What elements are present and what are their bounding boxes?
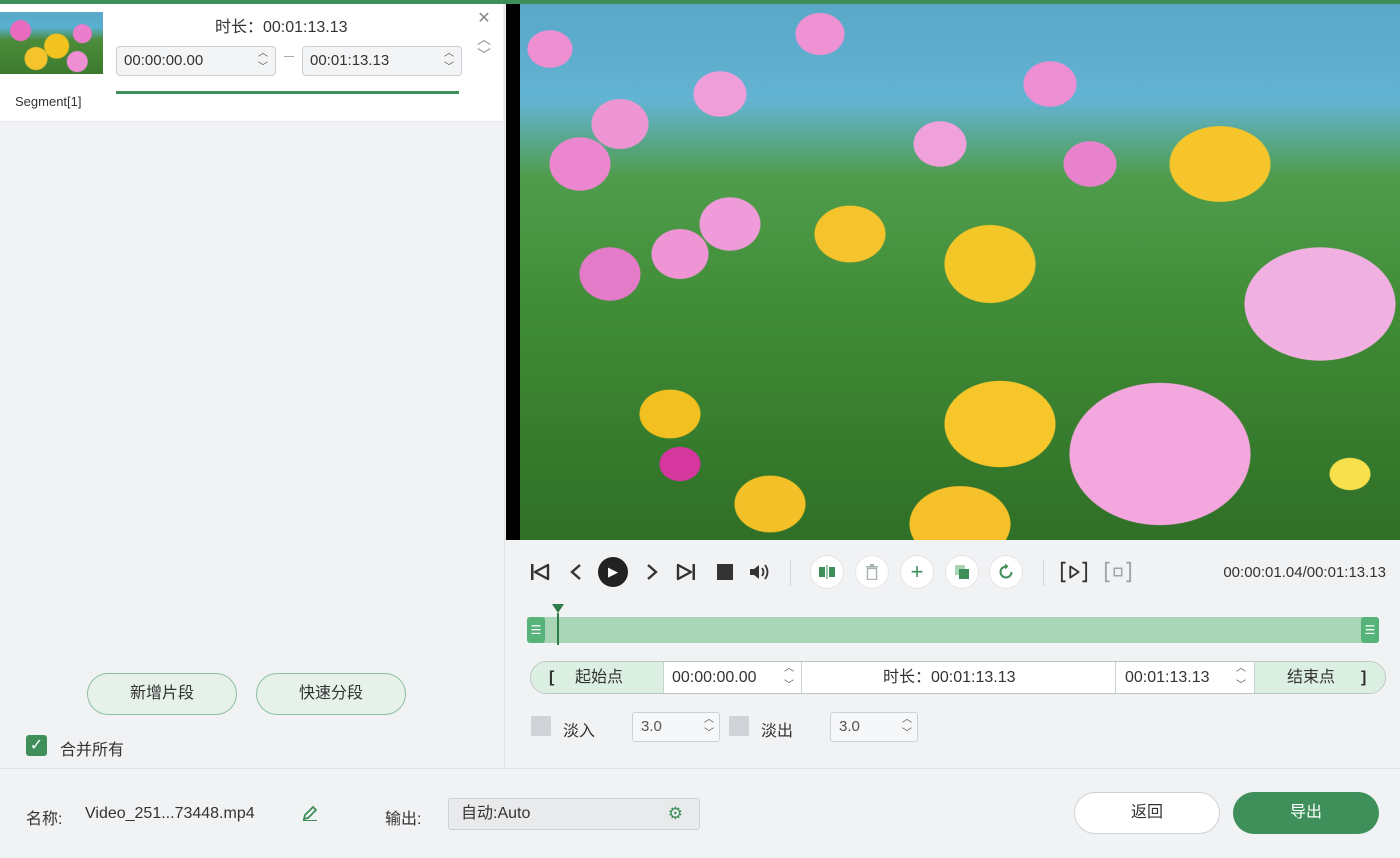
- segment-start-stepper[interactable]: ︿ ﹀: [257, 48, 269, 74]
- move-down-icon[interactable]: ﹀: [476, 48, 492, 62]
- segment-end-time-input[interactable]: 00:01:13.13 ︿ ﹀: [302, 46, 462, 76]
- playhead[interactable]: [552, 604, 565, 645]
- video-preview[interactable]: [506, 4, 1400, 540]
- playhead-marker-icon[interactable]: [552, 604, 565, 613]
- footer-bar: 名称: Video_251...73448.mp4 输出: 自动:Auto ⚙ …: [0, 768, 1400, 858]
- fade-out-checkbox[interactable]: [729, 716, 749, 736]
- start-point-label: 起始点: [575, 669, 624, 686]
- go-to-start-icon[interactable]: [526, 558, 554, 586]
- video-frame: [520, 4, 1400, 540]
- fade-out-value: 3.0: [839, 718, 860, 735]
- merge-all-label: 合并所有: [60, 742, 125, 759]
- range-start-time-value: 00:00:00.00: [672, 669, 757, 686]
- chevron-down-icon[interactable]: ﹀: [444, 62, 454, 74]
- delete-icon[interactable]: [856, 556, 888, 588]
- chevron-up-icon[interactable]: ︿: [902, 714, 912, 726]
- set-end-point-button[interactable]: 结束点 ]: [1255, 662, 1385, 693]
- quick-split-button[interactable]: 快速分段: [256, 673, 406, 715]
- range-divider: [663, 662, 664, 693]
- fade-in-input[interactable]: 3.0 ︿ ﹀: [632, 712, 720, 742]
- add-icon[interactable]: +: [901, 556, 933, 588]
- fullscreen-segment-icon[interactable]: [1104, 558, 1132, 586]
- merge-all-checkbox[interactable]: ✓: [26, 735, 47, 756]
- chevron-down-icon[interactable]: ﹀: [704, 728, 714, 740]
- chevron-up-icon[interactable]: ︿: [704, 714, 714, 726]
- chevron-down-icon[interactable]: ﹀: [902, 728, 912, 740]
- output-label: 输出:: [385, 811, 422, 828]
- control-separator: [790, 560, 791, 586]
- fade-out-label: 淡出: [761, 723, 794, 740]
- close-icon[interactable]: ✕: [476, 11, 492, 27]
- control-separator: [1043, 560, 1044, 586]
- chevron-down-icon[interactable]: ﹀: [784, 680, 794, 692]
- fade-in-label: 淡入: [563, 723, 596, 740]
- fade-in-value: 3.0: [641, 718, 662, 735]
- range-duration: 时长：00:01:13.13: [883, 669, 1016, 686]
- segment-start-time-value: 00:00:00.00: [124, 52, 204, 69]
- segment-end-stepper[interactable]: ︿ ﹀: [443, 48, 455, 74]
- trim-end-handle[interactable]: ☰: [1361, 617, 1379, 643]
- segment-progress-bar: [116, 91, 459, 94]
- fade-out-stepper[interactable]: ︿ ﹀: [901, 714, 913, 740]
- chevron-up-icon[interactable]: ︿: [1236, 663, 1246, 675]
- chevron-up-icon[interactable]: ︿: [784, 663, 794, 675]
- set-start-point-button[interactable]: [ 起始点: [531, 662, 663, 693]
- fade-out-input[interactable]: 3.0 ︿ ﹀: [830, 712, 918, 742]
- range-divider: [1115, 662, 1116, 693]
- add-segment-button[interactable]: 新增片段: [87, 673, 237, 715]
- export-button[interactable]: 导出: [1233, 792, 1379, 834]
- bracket-right-icon: ]: [1361, 669, 1367, 686]
- segment-label: Segment[1]: [15, 94, 82, 109]
- preview-segment-icon[interactable]: [1060, 558, 1088, 586]
- split-icon[interactable]: [811, 556, 843, 588]
- edit-icon[interactable]: [302, 805, 318, 826]
- range-end-time-input[interactable]: 00:01:13.13: [1125, 662, 1235, 693]
- output-format-select[interactable]: 自动:Auto ⚙: [448, 798, 700, 830]
- previous-frame-icon[interactable]: [562, 558, 590, 586]
- segment-duration: 时长：00:01:13.13: [215, 19, 348, 36]
- time-range-dash: [284, 56, 294, 57]
- next-frame-icon[interactable]: [638, 558, 666, 586]
- output-file-name: Video_251...73448.mp4: [85, 805, 255, 822]
- volume-icon[interactable]: [746, 558, 774, 586]
- reset-icon[interactable]: [990, 556, 1022, 588]
- output-format-value: 自动:Auto: [461, 805, 531, 822]
- name-label: 名称:: [26, 811, 63, 828]
- range-start-stepper[interactable]: ︿ ﹀: [783, 663, 795, 692]
- play-icon[interactable]: ▶: [598, 557, 628, 587]
- gear-icon[interactable]: ⚙: [668, 799, 683, 829]
- timeline-track[interactable]: ☰ ☰: [527, 617, 1379, 643]
- range-end-stepper[interactable]: ︿ ﹀: [1235, 663, 1247, 692]
- stop-icon[interactable]: [711, 558, 739, 586]
- fade-in-checkbox[interactable]: [531, 716, 551, 736]
- back-button[interactable]: 返回: [1074, 792, 1220, 834]
- fade-in-stepper[interactable]: ︿ ﹀: [703, 714, 715, 740]
- chevron-up-icon[interactable]: ︿: [258, 48, 268, 60]
- copy-icon[interactable]: [946, 556, 978, 588]
- playhead-line: [557, 613, 560, 645]
- segment-panel: Segment[1] 时长：00:01:13.13 00:00:00.00 ︿ …: [0, 4, 505, 768]
- checkmark-icon: ✓: [29, 737, 44, 754]
- chevron-up-icon[interactable]: ︿: [444, 48, 454, 60]
- range-editor: [ 起始点 00:00:00.00 ︿ ﹀ 时长：00:01:13.13 00:…: [530, 661, 1386, 694]
- bracket-left-icon: [: [549, 669, 555, 686]
- end-point-label: 结束点: [1287, 669, 1336, 686]
- segment-thumbnail: [0, 12, 103, 74]
- chevron-down-icon[interactable]: ﹀: [258, 62, 268, 74]
- segment-end-time-value: 00:01:13.13: [310, 52, 390, 69]
- chevron-down-icon[interactable]: ﹀: [1236, 680, 1246, 692]
- playback-time-readout: 00:00:01.04/00:01:13.13: [1223, 564, 1386, 581]
- move-up-icon[interactable]: ︿: [476, 32, 492, 46]
- trim-start-handle[interactable]: ☰: [527, 617, 545, 643]
- segment-card[interactable]: Segment[1] 时长：00:01:13.13 00:00:00.00 ︿ …: [0, 4, 503, 122]
- range-divider: [801, 662, 802, 693]
- segment-start-time-input[interactable]: 00:00:00.00 ︿ ﹀: [116, 46, 276, 76]
- go-to-end-icon[interactable]: [672, 558, 700, 586]
- player-controls: ▶ + 00:00:01.04/00:01:13.13: [506, 548, 1400, 598]
- range-end-time-value: 00:01:13.13: [1125, 669, 1210, 686]
